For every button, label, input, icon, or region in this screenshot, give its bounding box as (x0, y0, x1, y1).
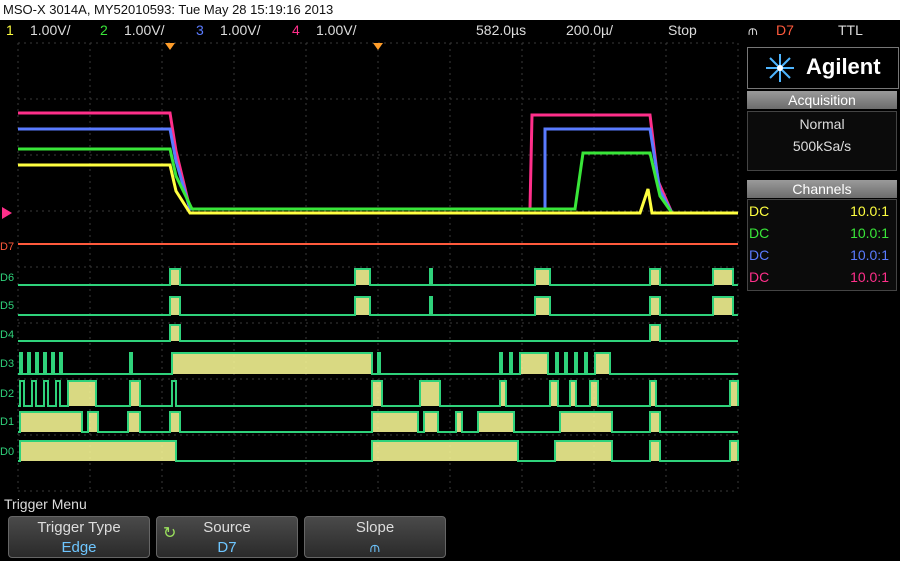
digital-label: D6 (0, 272, 14, 284)
softkey-title: Slope (355, 519, 395, 536)
digital-pulse (355, 297, 370, 315)
softkey-title: Trigger Type (37, 519, 121, 536)
waveform-display[interactable]: D7 D6 D5 D4 D3 D2 D1 D0 (0, 41, 745, 493)
digital-pulse (595, 353, 610, 374)
digital-pulse (650, 412, 660, 432)
ch1-scale[interactable]: 1.00V/ (30, 20, 70, 41)
digital-pulse (560, 412, 612, 432)
digital-pulse (730, 381, 738, 406)
trigger-slope-icon: ⫙ (748, 22, 758, 38)
digital-label: D3 (0, 358, 14, 370)
ch4-scale[interactable]: 1.00V/ (316, 20, 356, 41)
ch2-number[interactable]: 2 (100, 20, 108, 41)
digital-pulse (128, 412, 140, 432)
sample-rate: 500kSa/s (792, 138, 852, 154)
digital-pulse (650, 269, 660, 285)
digital-pulse (713, 269, 733, 285)
logo: Agilent (747, 47, 899, 89)
trigger-level[interactable]: TTL (838, 20, 863, 41)
channel-row-4[interactable]: DC 10.0:1 (747, 268, 895, 286)
ground-ref-marker (2, 207, 12, 219)
digital-pulse (713, 297, 733, 315)
digital-pulse (68, 381, 96, 406)
agilent-spark-icon (766, 54, 794, 82)
ch4-number[interactable]: 4 (292, 20, 300, 41)
trigger-type-softkey[interactable]: Trigger Type Edge (8, 516, 150, 558)
digital-pulse (20, 412, 82, 432)
ch2-scale[interactable]: 1.00V/ (124, 20, 164, 41)
slope-softkey[interactable]: Slope ⫙ (304, 516, 446, 558)
digital-pulse (372, 381, 382, 406)
digital-pulse (424, 412, 438, 432)
digital-label: D5 (0, 300, 14, 312)
digital-pulse (355, 269, 370, 285)
channel-row-3[interactable]: DC 10.0:1 (747, 246, 895, 264)
ch1-number[interactable]: 1 (6, 20, 14, 41)
menu-title: Trigger Menu (4, 496, 87, 512)
side-panel: Agilent Acquisition Normal 500kSa/s Chan… (745, 41, 900, 493)
digital-pulse (88, 412, 98, 432)
digital-pulse (555, 441, 612, 461)
digital-pulse (550, 381, 558, 406)
timebase[interactable]: 200.0µ/ (566, 20, 613, 41)
digital-label: D4 (0, 329, 14, 341)
digital-pulse (170, 297, 180, 315)
digital-pulse (170, 412, 180, 432)
softkey-title: Source (203, 519, 251, 536)
digital-label: D7 (0, 241, 14, 253)
digital-pulse (730, 441, 738, 461)
ch3-number[interactable]: 3 (196, 20, 204, 41)
digital-pulse (650, 325, 660, 341)
digital-pulse (535, 297, 550, 315)
digital-pulse (535, 269, 550, 285)
digital-labels: D7 D6 D5 D4 D3 D2 D1 D0 (0, 241, 14, 458)
digital-pulse (478, 412, 514, 432)
digital-pulse (172, 353, 372, 374)
logo-text: Agilent (806, 54, 881, 79)
digital-pulse (590, 381, 598, 406)
digital-label: D0 (0, 446, 14, 458)
digital-pulse (170, 325, 180, 341)
ch3-scale[interactable]: 1.00V/ (220, 20, 260, 41)
status-bar: 1 1.00V/ 2 1.00V/ 3 1.00V/ 4 1.00V/ 582.… (0, 20, 900, 41)
digital-pulse (650, 441, 660, 461)
source-softkey[interactable]: ↻ Source D7 (156, 516, 298, 558)
digital-pulse (520, 353, 548, 374)
digital-pulse (130, 381, 140, 406)
channels-header[interactable]: Channels (747, 180, 897, 198)
digital-label: D1 (0, 416, 14, 428)
channel-row-2[interactable]: DC 10.0:1 (747, 224, 895, 242)
digital-label: D2 (0, 388, 14, 400)
digital-pulse (372, 441, 518, 461)
digital-pulse (170, 269, 180, 285)
title-bar: MSO-X 3014A, MY52010593: Tue May 28 15:1… (0, 0, 900, 20)
trigger-source[interactable]: D7 (776, 20, 794, 41)
softkey-value: Edge (61, 539, 97, 556)
digital-pulse (372, 412, 418, 432)
digital-pulse (420, 381, 440, 406)
softkey-value: ⫙ (369, 539, 381, 556)
horizontal-delay[interactable]: 582.0µs (476, 20, 526, 41)
softkey-value: D7 (217, 539, 237, 556)
channel-row-1[interactable]: DC 10.0:1 (747, 202, 895, 220)
waveform-svg: D7 D6 D5 D4 D3 D2 D1 D0 (0, 41, 740, 493)
run-state[interactable]: Stop (668, 20, 697, 41)
digital-pulse (650, 297, 660, 315)
acquisition-panel: Normal 500kSa/s (747, 111, 897, 171)
digital-pulse (20, 441, 176, 461)
acquisition-mode: Normal (799, 116, 845, 132)
acquisition-header[interactable]: Acquisition (747, 91, 897, 109)
